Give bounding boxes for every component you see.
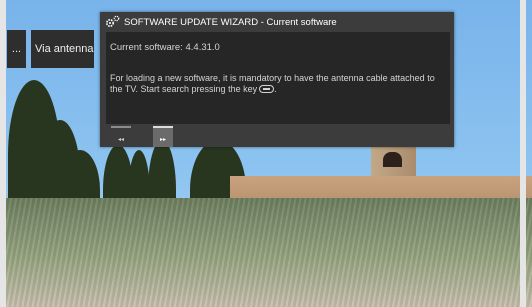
dialog-content: Current software: 4.4.31.0 For loading a… (106, 32, 450, 124)
tower-window (383, 152, 402, 167)
ok-key-icon (259, 85, 275, 93)
fast-forward-icon: ▸▸ (159, 137, 167, 143)
current-software-text: Current software: 4.4.31.0 (110, 42, 220, 53)
software-update-dialog: SOFTWARE UPDATE WIZARD - Current softwar… (100, 12, 454, 147)
dialog-titlebar: SOFTWARE UPDATE WIZARD - Current softwar… (100, 12, 454, 31)
breadcrumb-via-antenna[interactable]: Via antenna (31, 30, 94, 68)
shrubs (0, 198, 532, 307)
instruction-text: For loading a new software, it is mandat… (110, 73, 446, 95)
rewind-icon: ◂◂ (117, 137, 125, 143)
previous-button[interactable]: ◂◂ (111, 126, 131, 147)
dialog-title: SOFTWARE UPDATE WIZARD - Current softwar… (124, 17, 337, 28)
next-button[interactable]: ▸▸ (153, 126, 173, 147)
breadcrumb-more[interactable]: ... (7, 30, 26, 68)
dialog-navbar: ◂◂ ▸▸ (108, 126, 188, 147)
gears-icon (105, 15, 121, 28)
instruction-end: . (274, 84, 277, 94)
